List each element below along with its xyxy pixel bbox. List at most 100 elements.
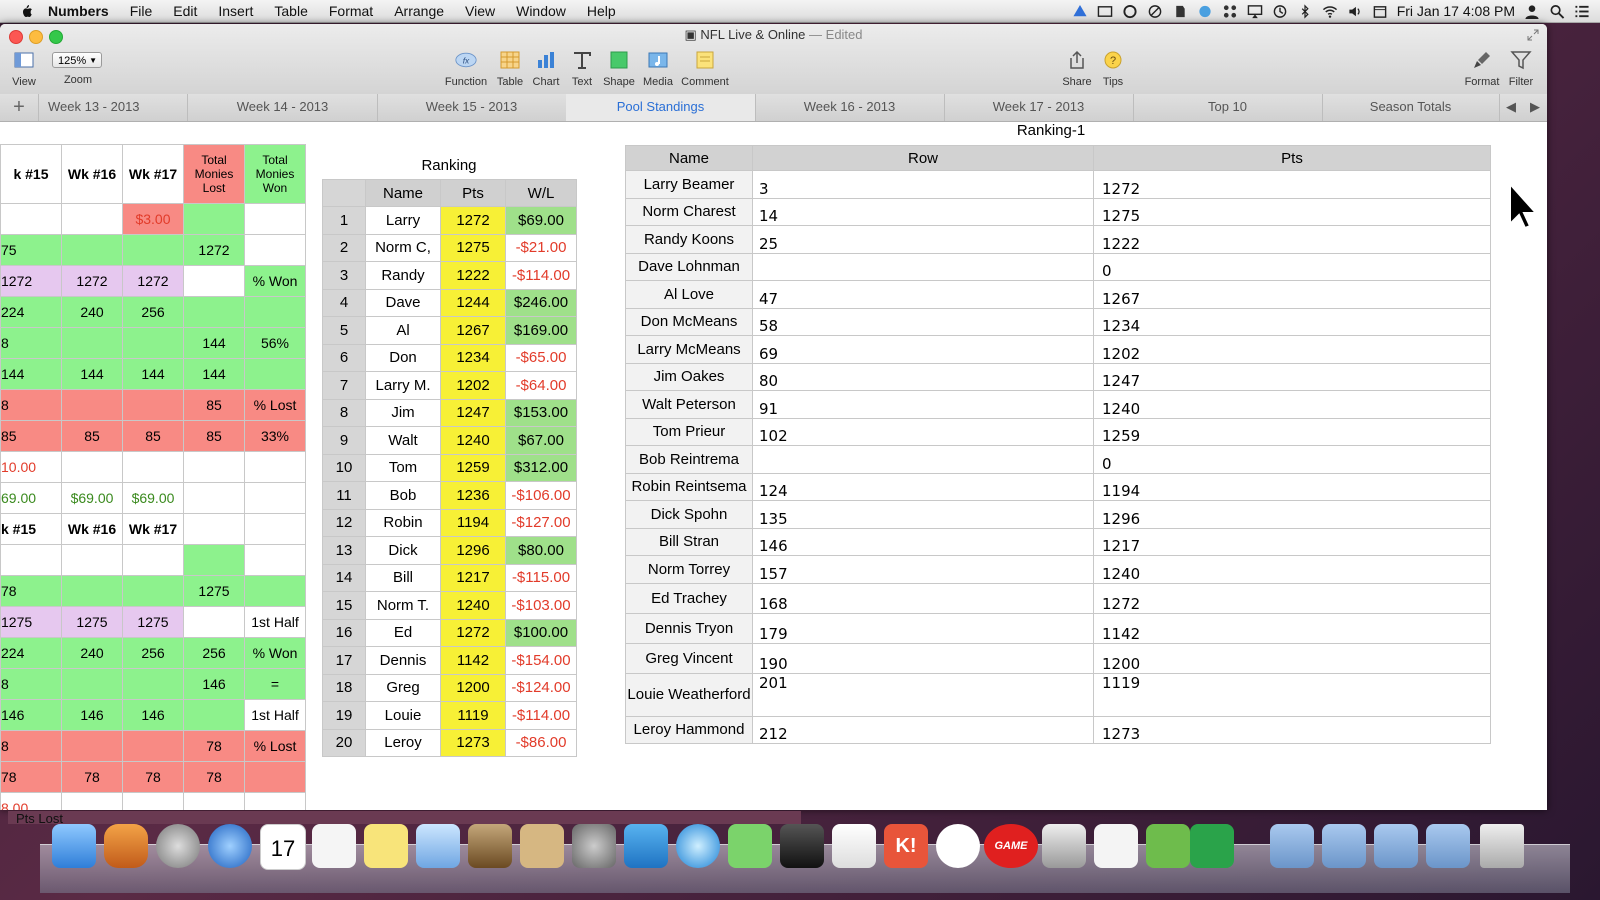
ranking-wl[interactable]: $312.00 <box>505 453 577 482</box>
menu-app-name[interactable]: Numbers <box>48 3 109 19</box>
ranking-index[interactable]: 20 <box>322 728 366 757</box>
ranking1-name[interactable]: Dick Spohn <box>625 500 753 529</box>
folder-icon[interactable] <box>1426 824 1470 868</box>
ranking1-row-value[interactable]: 124 <box>752 472 1094 501</box>
ranking-index[interactable]: 13 <box>322 536 366 565</box>
ranking1-name[interactable]: Larry Beamer <box>625 170 753 199</box>
cell[interactable] <box>122 575 184 607</box>
grid-icon[interactable] <box>1222 4 1238 19</box>
function-button[interactable]: fx Function <box>444 50 488 88</box>
cell[interactable]: $69.00 <box>122 482 184 514</box>
cell[interactable]: % Won <box>244 265 306 297</box>
ranking1-row-value[interactable]: 58 <box>752 307 1094 336</box>
ranking1-pts[interactable]: 1240 <box>1093 555 1491 584</box>
menu-arrange[interactable]: Arrange <box>394 3 444 19</box>
ranking-pts[interactable]: 1194 <box>440 508 506 537</box>
mindmap-icon[interactable] <box>728 824 772 868</box>
cell[interactable] <box>122 544 184 576</box>
ranking1-row-value[interactable]: 69 <box>752 335 1094 364</box>
ranking1-pts[interactable]: 1119 <box>1093 672 1491 717</box>
ranking1-name[interactable]: Dennis Tryon <box>625 612 753 644</box>
ranking1-name[interactable]: Greg Vincent <box>625 642 753 674</box>
cell[interactable]: 78 <box>183 761 245 793</box>
cell[interactable]: 144 <box>0 358 62 390</box>
ranking-name[interactable]: Tom <box>365 453 441 482</box>
menu-clock[interactable]: Fri Jan 17 4:08 PM <box>1397 3 1515 19</box>
ranking1-pts[interactable]: 1194 <box>1093 472 1491 501</box>
cell[interactable] <box>183 792 245 810</box>
ranking1-pts[interactable]: 1200 <box>1093 642 1491 674</box>
ranking-index[interactable]: 11 <box>322 481 366 510</box>
system-preferences-icon[interactable] <box>572 824 616 868</box>
table-button[interactable]: Table <box>494 50 526 88</box>
left-header-cell[interactable]: Total Monies Lost <box>183 144 245 204</box>
tab-week-14[interactable]: Week 14 - 2013 <box>188 94 378 121</box>
ranking-pts[interactable]: 1272 <box>440 206 506 235</box>
cell[interactable]: 78 <box>122 761 184 793</box>
ranking1-name[interactable]: Dave Lohnman <box>625 252 753 281</box>
ranking-name[interactable]: Jim <box>365 398 441 427</box>
cell[interactable]: 144 <box>61 358 123 390</box>
cell[interactable]: 85 <box>61 420 123 452</box>
spotlight-search-icon[interactable] <box>1549 4 1565 19</box>
ranking-pts[interactable]: 1236 <box>440 481 506 510</box>
cell[interactable]: 78 <box>183 730 245 762</box>
calendar-app-icon[interactable]: 17 <box>260 824 306 870</box>
textedit-icon[interactable] <box>1094 824 1138 868</box>
ranking1-row-value[interactable]: 25 <box>752 225 1094 254</box>
media-button[interactable]: Media <box>640 50 676 88</box>
ranking1-pts[interactable]: 1296 <box>1093 500 1491 529</box>
ranking-name[interactable]: Al <box>365 316 441 345</box>
ranking-wl[interactable]: -$86.00 <box>505 728 577 757</box>
cell[interactable] <box>61 792 123 810</box>
cell[interactable]: 75 <box>0 234 62 266</box>
ranking1-name[interactable]: Tom Prieur <box>625 417 753 446</box>
airplay-icon[interactable] <box>1247 4 1263 19</box>
ranking1-name[interactable]: Leroy Hammond <box>625 715 753 744</box>
cell[interactable] <box>61 544 123 576</box>
menu-view[interactable]: View <box>465 3 495 19</box>
evernote-icon[interactable] <box>1172 4 1188 19</box>
menu-format[interactable]: Format <box>329 3 373 19</box>
ranking-pts[interactable]: 1247 <box>440 398 506 427</box>
ranking1-name[interactable]: Ed Trachey <box>625 582 753 614</box>
ranking-name[interactable]: Leroy <box>365 728 441 757</box>
menu-edit[interactable]: Edit <box>173 3 197 19</box>
cell[interactable] <box>61 389 123 421</box>
cell[interactable]: $69.00 <box>61 482 123 514</box>
ranking-pts[interactable]: 1217 <box>440 563 506 592</box>
cell[interactable] <box>122 451 184 483</box>
cell[interactable] <box>61 327 123 359</box>
cell[interactable]: 69.00 <box>0 482 62 514</box>
ranking1-pts[interactable]: 1272 <box>1093 170 1491 199</box>
ranking1-pts[interactable]: 1222 <box>1093 225 1491 254</box>
ranking1-pts[interactable]: 0 <box>1093 445 1491 474</box>
ranking-name[interactable]: Bob <box>365 481 441 510</box>
ranking-pts[interactable]: 1267 <box>440 316 506 345</box>
ranking1-name[interactable]: Bill Stran <box>625 527 753 556</box>
format-button[interactable]: Format <box>1463 50 1501 88</box>
ranking-header-name[interactable]: Name <box>365 179 441 207</box>
apple-icon[interactable] <box>18 3 34 19</box>
ranking-pts[interactable]: 1234 <box>440 343 506 372</box>
block-icon[interactable] <box>1147 4 1163 19</box>
cell[interactable]: 146 <box>0 699 62 731</box>
ranking-index[interactable]: 18 <box>322 673 366 702</box>
cell[interactable]: 1st Half <box>244 699 306 731</box>
ranking1-row-value[interactable]: 157 <box>752 555 1094 584</box>
ranking-header-pts[interactable]: Pts <box>440 179 506 207</box>
cell[interactable] <box>183 606 245 638</box>
cell[interactable]: 8 <box>0 730 62 762</box>
cell[interactable]: 10.00 <box>0 451 62 483</box>
ranking1-pts[interactable]: 1272 <box>1093 582 1491 614</box>
ranking-index[interactable]: 6 <box>322 343 366 372</box>
cell[interactable]: 256 <box>122 637 184 669</box>
cell[interactable]: 240 <box>61 296 123 328</box>
cell[interactable] <box>183 513 245 545</box>
cell[interactable]: Wk #16 <box>61 513 123 545</box>
ranking-wl[interactable]: $67.00 <box>505 426 577 455</box>
ranking-name[interactable]: Walt <box>365 426 441 455</box>
left-header-cell[interactable]: Total Monies Won <box>244 144 306 204</box>
ranking1-pts[interactable]: 1267 <box>1093 280 1491 309</box>
ranking1-pts[interactable]: 1259 <box>1093 417 1491 446</box>
